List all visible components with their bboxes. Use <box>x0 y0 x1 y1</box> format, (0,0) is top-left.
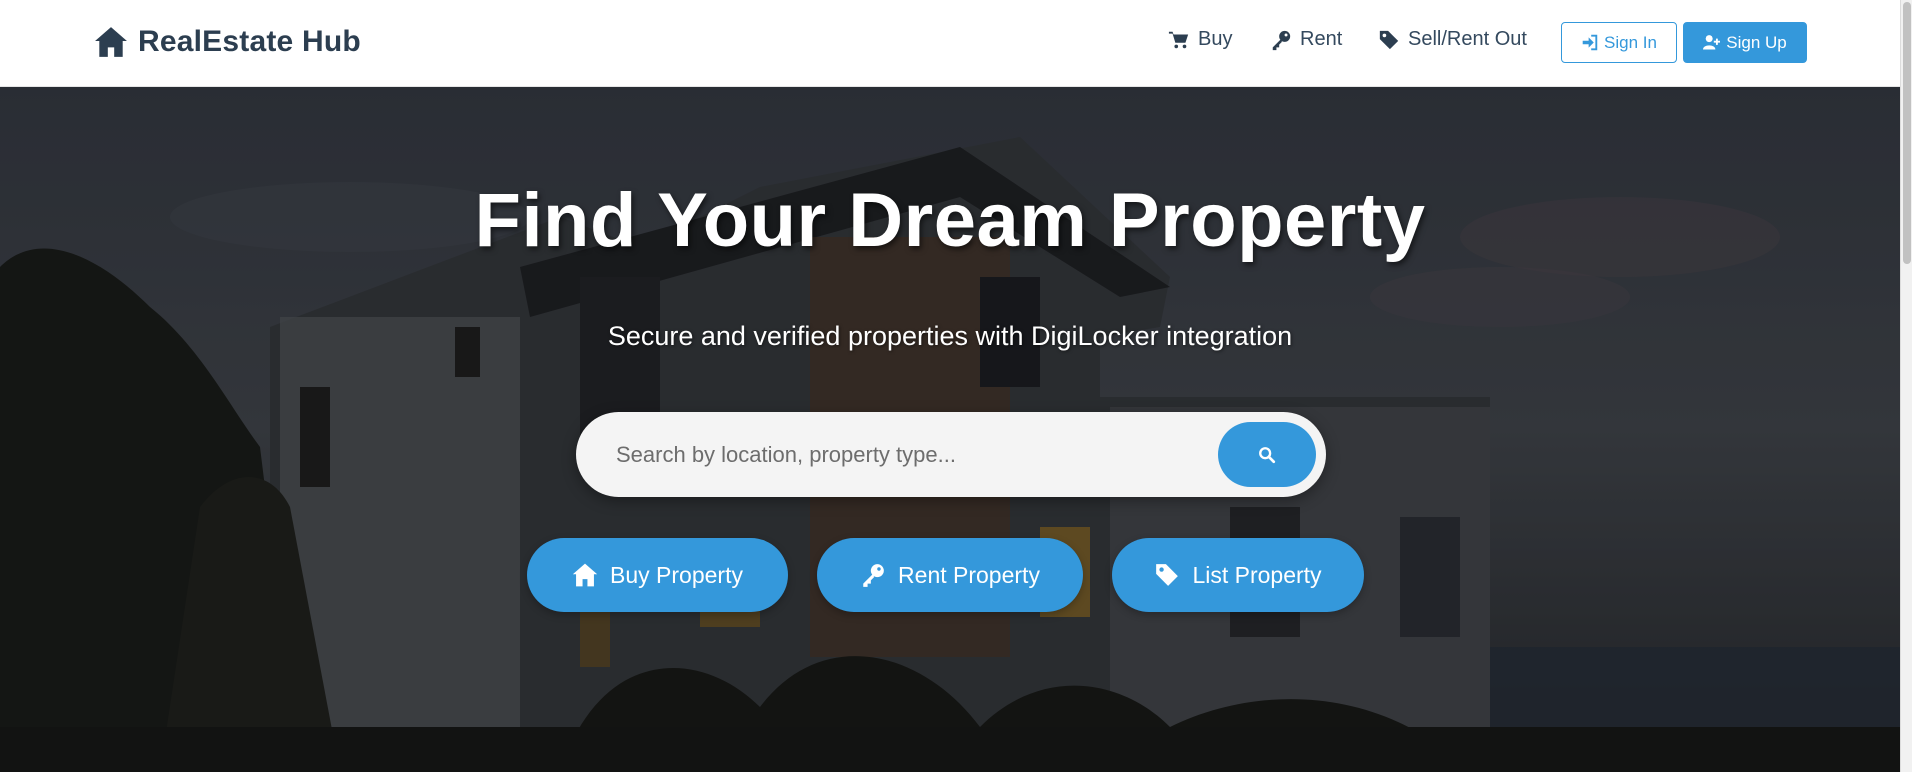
list-property-label: List Property <box>1192 561 1322 588</box>
buy-property-label: Buy Property <box>610 561 743 588</box>
sign-in-button[interactable]: Sign In <box>1561 22 1677 63</box>
sign-up-button[interactable]: Sign Up <box>1683 22 1807 63</box>
hero-subtitle: Secure and verified properties with Digi… <box>607 321 1293 351</box>
home-icon <box>95 27 127 57</box>
nav-buy-label: Buy <box>1198 28 1233 50</box>
tag-icon <box>1379 30 1399 49</box>
nav-sell-link[interactable]: Sell/Rent Out <box>1378 28 1527 51</box>
brand-name: RealEstate Hub <box>138 25 361 58</box>
buy-property-button[interactable]: Buy Property <box>527 538 788 612</box>
home-icon <box>572 563 598 587</box>
list-property-button[interactable]: List Property <box>1112 538 1364 612</box>
sign-in-icon <box>1582 34 1598 51</box>
rent-property-label: Rent Property <box>898 561 1040 588</box>
sign-in-label: Sign In <box>1604 32 1657 52</box>
search-icon <box>1259 446 1276 463</box>
rent-property-button[interactable]: Rent Property <box>817 538 1083 612</box>
search-button[interactable] <box>1218 422 1316 487</box>
sign-up-label: Sign Up <box>1726 32 1787 52</box>
user-plus-icon <box>1703 35 1721 50</box>
tag-icon <box>1156 564 1179 586</box>
top-navbar: RealEstate Hub Buy Rent Sell/Rent Out Si… <box>0 0 1900 87</box>
brand-logo[interactable]: RealEstate Hub <box>94 22 361 62</box>
nav-buy-link[interactable]: Buy <box>1168 28 1232 51</box>
scrollbar-thumb[interactable] <box>1903 2 1911 264</box>
hero-title: Find Your Dream Property <box>474 178 1426 263</box>
nav-rent-label: Rent <box>1300 28 1343 50</box>
cart-icon <box>1168 31 1189 48</box>
search-input[interactable] <box>616 412 1206 497</box>
search-bar <box>576 412 1326 497</box>
key-icon <box>1272 30 1291 50</box>
page-scrollbar[interactable] <box>1900 0 1912 772</box>
hero-section: Find Your Dream Property Secure and veri… <box>0 87 1900 772</box>
key-icon <box>863 564 884 587</box>
nav-rent-link[interactable]: Rent <box>1270 28 1342 51</box>
nav-sell-label: Sell/Rent Out <box>1408 28 1527 50</box>
